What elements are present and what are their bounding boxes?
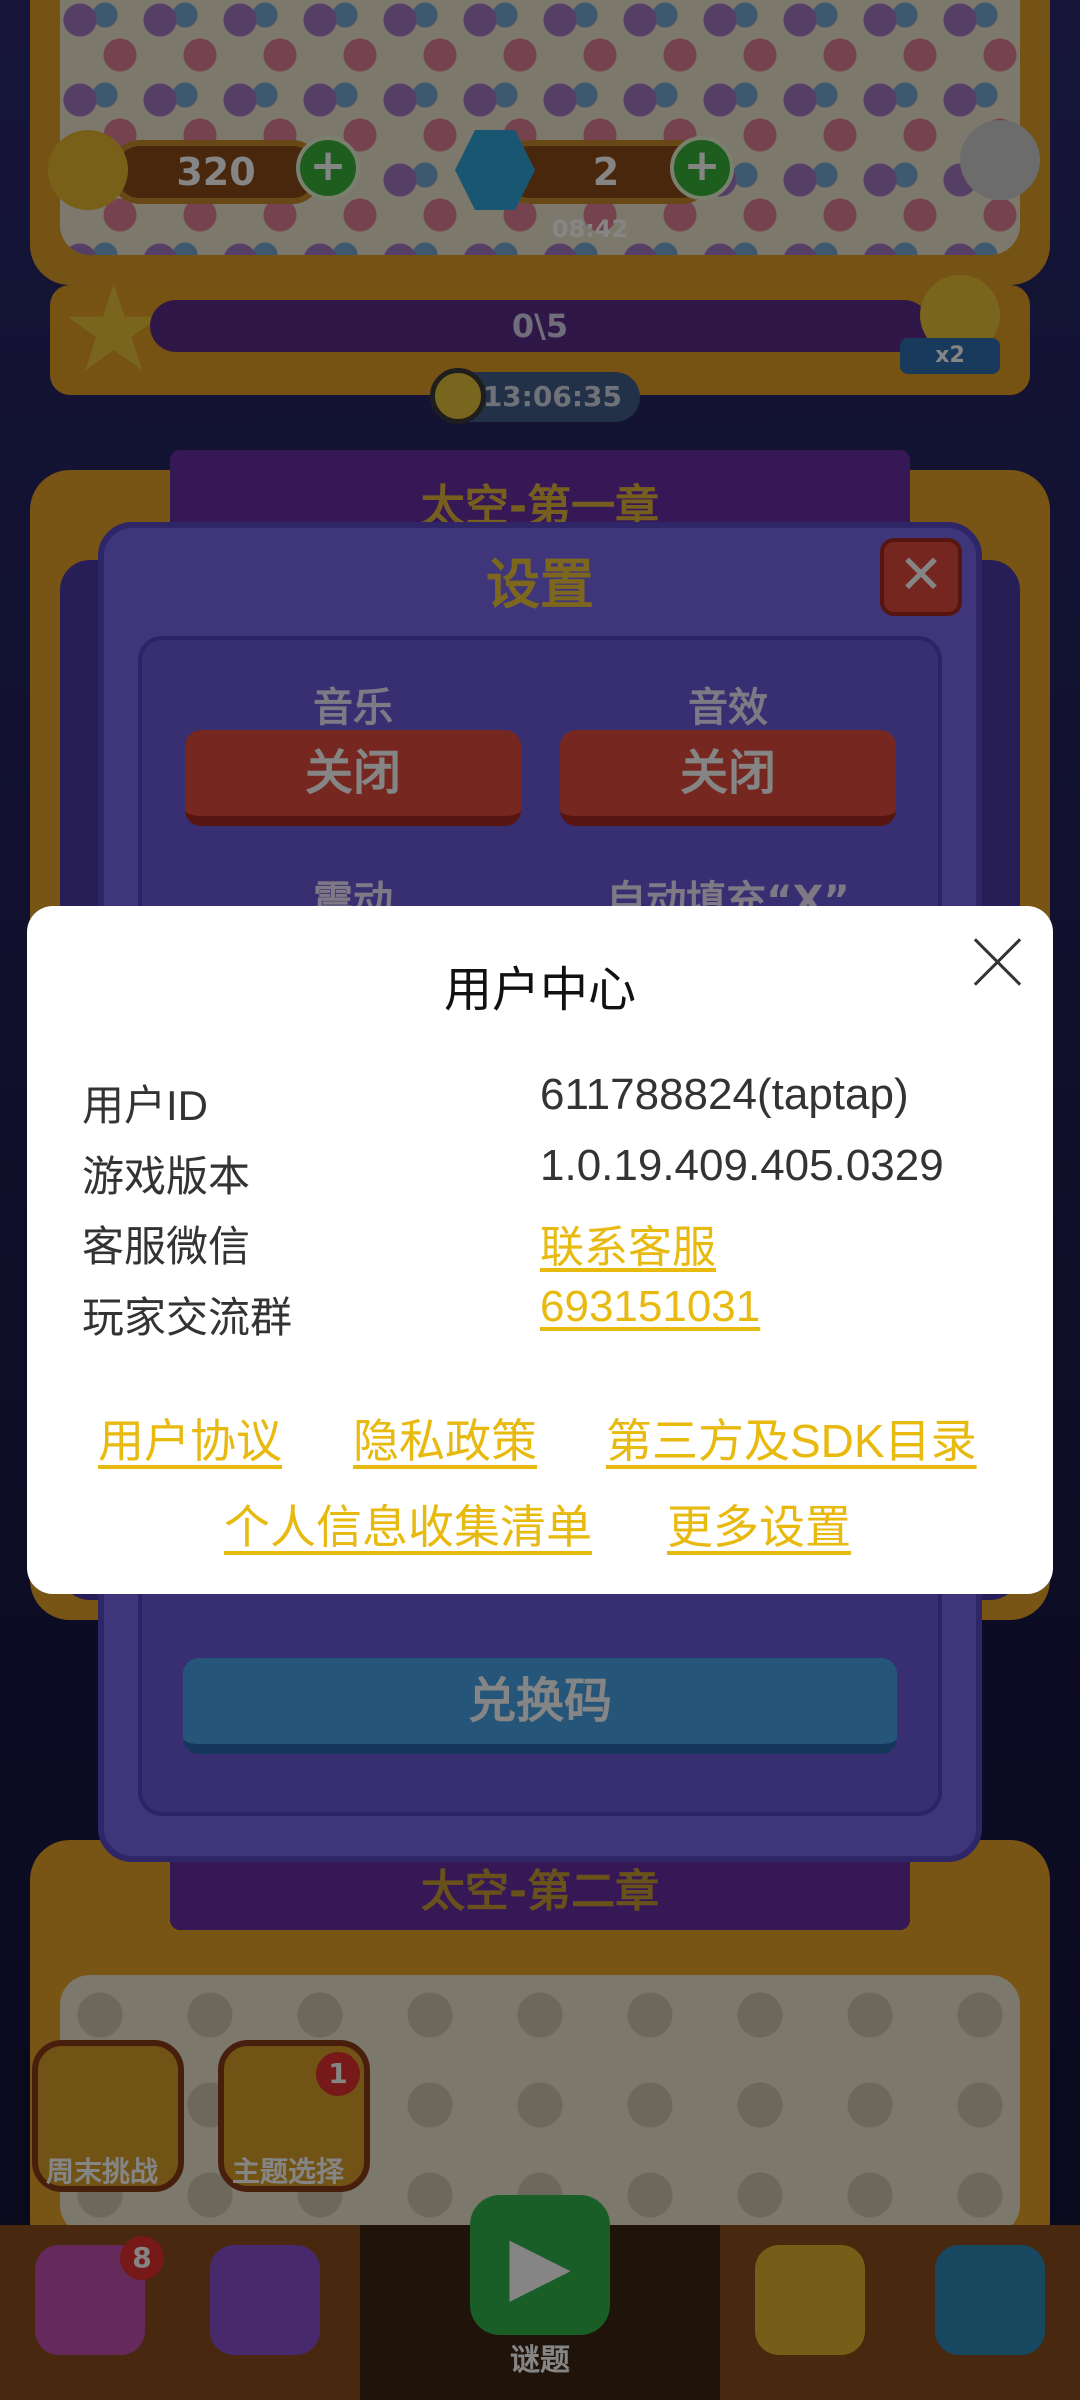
third-party-sdk-link[interactable]: 第三方及SDK目录 xyxy=(606,1405,977,1471)
player-group-label: 玩家交流群 xyxy=(82,1294,293,1341)
privacy-policy-link[interactable]: 隐私政策 xyxy=(353,1405,537,1471)
dialog-title: 用户中心 xyxy=(443,964,636,1017)
wechat-label: 客服微信 xyxy=(82,1223,251,1270)
more-settings-link[interactable]: 更多设置 xyxy=(667,1491,851,1557)
game-version-value: 1.0.19.409.405.0329 xyxy=(540,1141,944,1190)
close-icon[interactable] xyxy=(972,936,1024,988)
contact-support-link[interactable]: 联系客服 xyxy=(540,1211,716,1275)
user-id-value: 611788824(taptap) xyxy=(540,1070,909,1119)
player-group-link[interactable]: 693151031 xyxy=(540,1282,760,1332)
user-agreement-link[interactable]: 用户协议 xyxy=(98,1405,282,1471)
personal-info-list-link[interactable]: 个人信息收集清单 xyxy=(224,1491,592,1557)
game-version-label: 游戏版本 xyxy=(82,1153,251,1200)
user-id-label: 用户ID xyxy=(82,1082,209,1129)
